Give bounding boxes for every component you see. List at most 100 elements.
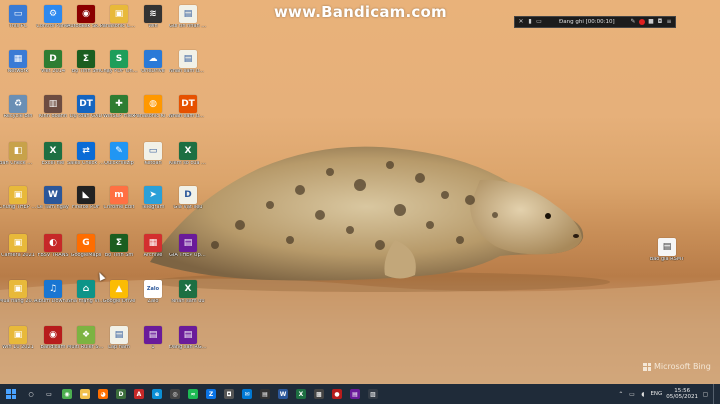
desktop-icon[interactable]: ▣ Mua hàng 2021 bbox=[0, 280, 37, 305]
taskbar-app[interactable]: ▤ bbox=[346, 384, 364, 404]
edge-icon: e bbox=[152, 389, 162, 399]
desktop-icon[interactable]: ◐ FBSV TRANS bbox=[35, 234, 71, 259]
desktop-icon[interactable]: Σ Bộ Tính Sm bbox=[68, 50, 104, 75]
spotify-icon: ≈ bbox=[188, 389, 198, 399]
desktop-icon[interactable]: ⌂ Nhà mạng Vinh bbox=[67, 280, 105, 305]
desktop-icon[interactable]: ▤GIÁ THÉP Update bbox=[169, 234, 207, 259]
desktop-icon[interactable]: ▤Nhan sam ưu phòng nha bbox=[169, 50, 207, 75]
draw-icon[interactable]: ✎ bbox=[630, 19, 636, 25]
taskbar-app[interactable]: ▤ bbox=[256, 384, 274, 404]
desktop-icon[interactable]: X Excel file bbox=[35, 142, 71, 167]
desktop-icon[interactable]: ▭ This PC bbox=[0, 5, 36, 30]
menu-icon[interactable]: ≡ bbox=[666, 19, 672, 25]
desktop-icon[interactable]: ✎ QuickFilezip bbox=[101, 142, 137, 167]
desktop-icon[interactable]: ◍Panasonic Ki Nam bbox=[134, 95, 172, 120]
word-icon: W bbox=[44, 186, 62, 204]
clock[interactable]: 15:56 05/05/2021 bbox=[666, 388, 698, 401]
desktop-icon[interactable]: S Chạy PDF Online bbox=[100, 50, 138, 75]
taskbar-app[interactable]: e bbox=[148, 384, 166, 404]
taskbar-app[interactable]: ▬ bbox=[76, 384, 94, 404]
desktop-icon[interactable]: ▭ Ketoan bbox=[135, 142, 171, 167]
desktop-icon[interactable]: ⚙ Control Panel bbox=[35, 5, 71, 30]
desktop-icon[interactable]: DT Dự toán GXD bbox=[68, 95, 104, 120]
desktop-icon[interactable]: ◣ Firefox PDF bbox=[68, 186, 104, 211]
desktop-icon-label: OneDrive bbox=[141, 69, 165, 74]
desktop-icon[interactable]: ▲ Google Drive bbox=[101, 280, 137, 305]
sigma-icon: Σ bbox=[77, 50, 95, 68]
desktop-icon[interactable]: ▥ Kinh doanh bbox=[35, 95, 71, 120]
desktop-icon[interactable]: ◉ Bandicam bbox=[35, 326, 71, 351]
record-icon[interactable] bbox=[639, 19, 645, 25]
taskbar-app[interactable]: X bbox=[292, 384, 310, 404]
desktop-icon[interactable]: D Giá Vật liệu bbox=[170, 186, 206, 211]
desktop-icon[interactable]: Zalo Zalo bbox=[135, 280, 171, 305]
desktop-icon-label: GIÁ THÉP Update bbox=[169, 253, 207, 258]
firefox-icon: ◕ bbox=[98, 389, 108, 399]
desktop-icon[interactable]: ⇄Sales Check Kế Hoạch bbox=[67, 142, 105, 167]
desktop-icon[interactable]: ▣ Win 10 2021 bbox=[0, 326, 36, 351]
desktop-icon[interactable]: ≋ Wifi bbox=[135, 5, 171, 30]
camera-icon[interactable]: ◘ bbox=[657, 19, 663, 25]
desktop-icon[interactable]: ▣Panasonic Camera bbox=[100, 5, 138, 30]
desktop-icon[interactable]: ◧ Bản Check mình bbox=[0, 142, 37, 167]
taskbar: ○ ▭ ◉ ▬ ◕ D Ae ◎ ≈ Z ◘ ✉ ▤ W X ▩ ● ▤ ▨ ⌃ ▭ ◖ ENG 15:56 05/… bbox=[0, 384, 720, 404]
excel-icon: X bbox=[44, 142, 62, 160]
taskbar-app[interactable]: ▨ bbox=[364, 384, 382, 404]
show-desktop-button[interactable] bbox=[713, 384, 716, 404]
control-panel-icon: ⚙ bbox=[44, 5, 62, 23]
notification-icon[interactable]: ▢ bbox=[702, 391, 709, 398]
desktop-icon[interactable]: ◉Autodesk Sketchbook bbox=[67, 5, 105, 30]
taskbar-app[interactable]: ◘ bbox=[220, 384, 238, 404]
taskbar-app[interactable]: Z bbox=[202, 384, 220, 404]
chevron-up-icon[interactable]: ⌃ bbox=[617, 391, 624, 398]
desktop-icon[interactable]: ☁ OneDrive bbox=[135, 50, 171, 75]
text-file-icon: ▤ bbox=[658, 238, 676, 256]
taskbar-app[interactable]: ◉ bbox=[58, 384, 76, 404]
taskbar-app[interactable]: ● bbox=[328, 384, 346, 404]
desktop-icon[interactable]: ▦ Archive bbox=[135, 234, 171, 259]
taskbar-app[interactable]: ≈ bbox=[184, 384, 202, 404]
desktop-icon[interactable]: W Lê Tâm ngày bbox=[35, 186, 71, 211]
network-icon[interactable]: ▭ bbox=[628, 391, 635, 398]
file-explorer-icon: ▬ bbox=[80, 389, 90, 399]
pause-icon[interactable]: ▮ bbox=[527, 19, 533, 25]
desktop-icon[interactable]: ❖Multi Ruler Station Brand bbox=[67, 326, 105, 351]
desktop-icon[interactable]: ▤Gửi tin nhắn Zalo bbox=[169, 5, 207, 30]
close-icon[interactable]: ✕ bbox=[518, 19, 524, 25]
desktop-icon[interactable]: G GoogleMaps bbox=[68, 234, 104, 259]
clock-date: 05/05/2021 bbox=[666, 394, 698, 400]
desktop-icon[interactable]: ➤ Telegram bbox=[135, 186, 171, 211]
taskbar-app[interactable]: ◎ bbox=[166, 384, 184, 404]
desktop-icon[interactable]: ♻ Recycle Bin bbox=[0, 95, 36, 120]
desktop-icon[interactable]: ▤ Lắp năm bbox=[101, 326, 137, 351]
taskbar-app[interactable]: ○ bbox=[22, 384, 40, 404]
desktop-icon[interactable]: ▤ Đăng sản RGMT bbox=[169, 326, 207, 351]
desktop-icon[interactable]: m Chrome Edit bbox=[101, 186, 137, 211]
desktop-icon[interactable]: Σ Bộ Tính Sm bbox=[101, 234, 137, 259]
language-indicator[interactable]: ENG bbox=[650, 391, 662, 397]
desktop-icon[interactable]: ▣ Camera 2021 bbox=[0, 234, 36, 259]
desktop-icon[interactable]: D Viet 2014 bbox=[35, 50, 71, 75]
taskbar-app[interactable]: ▩ bbox=[310, 384, 328, 404]
desktop-icon[interactable]: ▤ 1 bbox=[135, 326, 171, 351]
desktop-icon[interactable]: DTNhan sam ưu phòng nha bbox=[169, 95, 207, 120]
taskbar-app[interactable]: ✉ bbox=[238, 384, 256, 404]
taskbar-app[interactable]: ▭ bbox=[40, 384, 58, 404]
desktop-icon[interactable]: X Nhan sam ưu bbox=[170, 280, 206, 305]
volume-icon[interactable]: ◖ bbox=[639, 391, 646, 398]
desktop-icon[interactable]: ✚ WinSCP Filex bbox=[101, 95, 137, 120]
desktop-icon-right[interactable]: ▤ Báo giá RSMT bbox=[649, 238, 685, 263]
taskbar-app[interactable]: W bbox=[274, 384, 292, 404]
desktop-icon[interactable]: ▣Chứng THEP GT DA CU bbox=[0, 186, 37, 211]
taskbar-app[interactable]: D bbox=[112, 384, 130, 404]
stop-icon[interactable]: ■ bbox=[648, 19, 654, 25]
desktop-icon[interactable]: X Kiểm sổ của Tám bbox=[169, 142, 207, 167]
search-icon: ○ bbox=[26, 389, 36, 399]
start-button[interactable] bbox=[0, 384, 22, 404]
folder-icon[interactable]: ▭ bbox=[536, 19, 542, 25]
desktop-icon[interactable]: ▦ Network bbox=[0, 50, 36, 75]
taskbar-app[interactable]: ◕ bbox=[94, 384, 112, 404]
desktop-icon[interactable]: ♫Album Download bbox=[34, 280, 72, 305]
desktop-icon-label: Chrome Edit bbox=[103, 205, 135, 210]
taskbar-app[interactable]: A bbox=[130, 384, 148, 404]
